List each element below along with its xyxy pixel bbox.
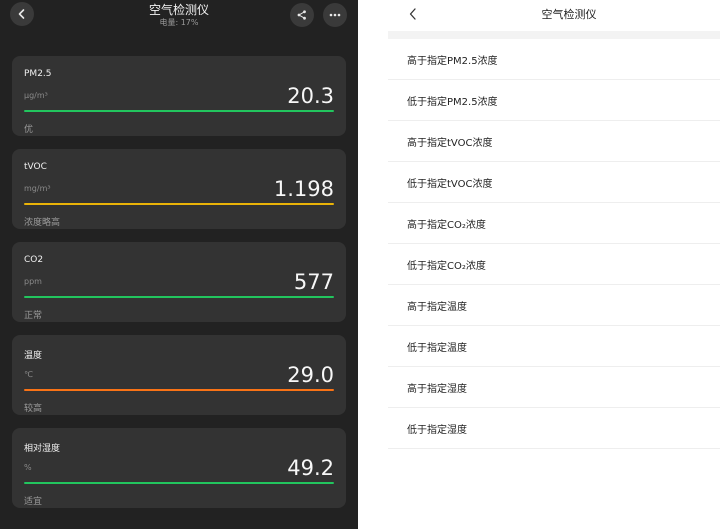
option-label: 低于指定PM2.5浓度 bbox=[407, 97, 498, 108]
option-label: 低于指定温度 bbox=[407, 343, 467, 354]
option-label: 高于指定温度 bbox=[407, 302, 467, 313]
share-button[interactable] bbox=[290, 3, 314, 27]
share-icon bbox=[297, 10, 306, 20]
condition-option[interactable]: 高于指定温度 bbox=[388, 285, 720, 326]
option-label: 低于指定tVOC浓度 bbox=[407, 179, 493, 190]
option-label: 高于指定湿度 bbox=[407, 384, 467, 395]
page-title: 空气检测仪 bbox=[541, 8, 597, 21]
metric-level-bar bbox=[24, 203, 334, 205]
option-label: 高于指定PM2.5浓度 bbox=[407, 56, 498, 67]
metric-value: 20.3 bbox=[287, 84, 334, 108]
condition-option[interactable]: 低于指定CO₂浓度 bbox=[388, 244, 720, 285]
metric-unit: μg/m³ bbox=[24, 91, 48, 100]
tvoc-card[interactable]: tVOC mg/m³ 1.198 浓度略高 bbox=[12, 149, 346, 229]
condition-option[interactable]: 高于指定湿度 bbox=[388, 367, 720, 408]
condition-option[interactable]: 高于指定tVOC浓度 bbox=[388, 121, 720, 162]
header-divider bbox=[388, 31, 720, 39]
condition-option[interactable]: 低于指定PM2.5浓度 bbox=[388, 80, 720, 121]
metric-level-bar bbox=[24, 482, 334, 484]
metric-unit: ppm bbox=[24, 277, 42, 286]
metric-status: 优 bbox=[24, 125, 34, 135]
metric-unit: ℃ bbox=[24, 370, 33, 379]
metric-value: 29.0 bbox=[287, 363, 334, 387]
option-label: 低于指定CO₂浓度 bbox=[407, 261, 486, 272]
option-label: 高于指定tVOC浓度 bbox=[407, 138, 493, 149]
condition-option[interactable]: 高于指定CO₂浓度 bbox=[388, 203, 720, 244]
metric-status: 浓度略高 bbox=[24, 218, 61, 228]
metric-value: 49.2 bbox=[287, 456, 334, 480]
metric-status: 较高 bbox=[24, 404, 43, 414]
metric-level-bar bbox=[24, 296, 334, 298]
metric-status: 正常 bbox=[24, 311, 43, 321]
temperature-card[interactable]: 温度 ℃ 29.0 较高 bbox=[12, 335, 346, 415]
more-button[interactable] bbox=[323, 3, 347, 27]
metric-name: 相对湿度 bbox=[24, 444, 61, 454]
metric-level-bar bbox=[24, 389, 334, 391]
more-icon bbox=[329, 13, 341, 17]
metric-name: CO2 bbox=[24, 255, 44, 265]
metric-level-bar bbox=[24, 110, 334, 112]
metric-name: tVOC bbox=[24, 162, 47, 172]
condition-panel: 空气检测仪 高于指定PM2.5浓度 低于指定PM2.5浓度 高于指定tVOC浓度… bbox=[358, 0, 720, 529]
co2-card[interactable]: CO2 ppm 577 正常 bbox=[12, 242, 346, 322]
metric-value: 577 bbox=[293, 270, 334, 294]
condition-option[interactable]: 低于指定tVOC浓度 bbox=[388, 162, 720, 203]
option-label: 低于指定湿度 bbox=[407, 425, 467, 436]
metric-status: 适宜 bbox=[24, 497, 43, 507]
metric-value: 1.198 bbox=[273, 177, 334, 201]
metric-name: PM2.5 bbox=[24, 69, 52, 79]
pm25-card[interactable]: PM2.5 μg/m³ 20.3 优 bbox=[12, 56, 346, 136]
condition-option[interactable]: 高于指定PM2.5浓度 bbox=[388, 39, 720, 80]
device-panel: 空气检测仪 电量: 17% PM2.5 μg/m³ 20.3 优 tVOC mg… bbox=[0, 0, 358, 529]
metric-unit: mg/m³ bbox=[24, 184, 51, 193]
option-label: 高于指定CO₂浓度 bbox=[407, 220, 486, 231]
metric-name: 温度 bbox=[24, 351, 43, 361]
device-header: 空气检测仪 电量: 17% bbox=[0, 0, 358, 40]
condition-option[interactable]: 低于指定温度 bbox=[388, 326, 720, 367]
humidity-card[interactable]: 相对湿度 % 49.2 适宜 bbox=[12, 428, 346, 508]
metric-unit: % bbox=[24, 463, 32, 472]
condition-option[interactable]: 低于指定湿度 bbox=[388, 408, 720, 449]
